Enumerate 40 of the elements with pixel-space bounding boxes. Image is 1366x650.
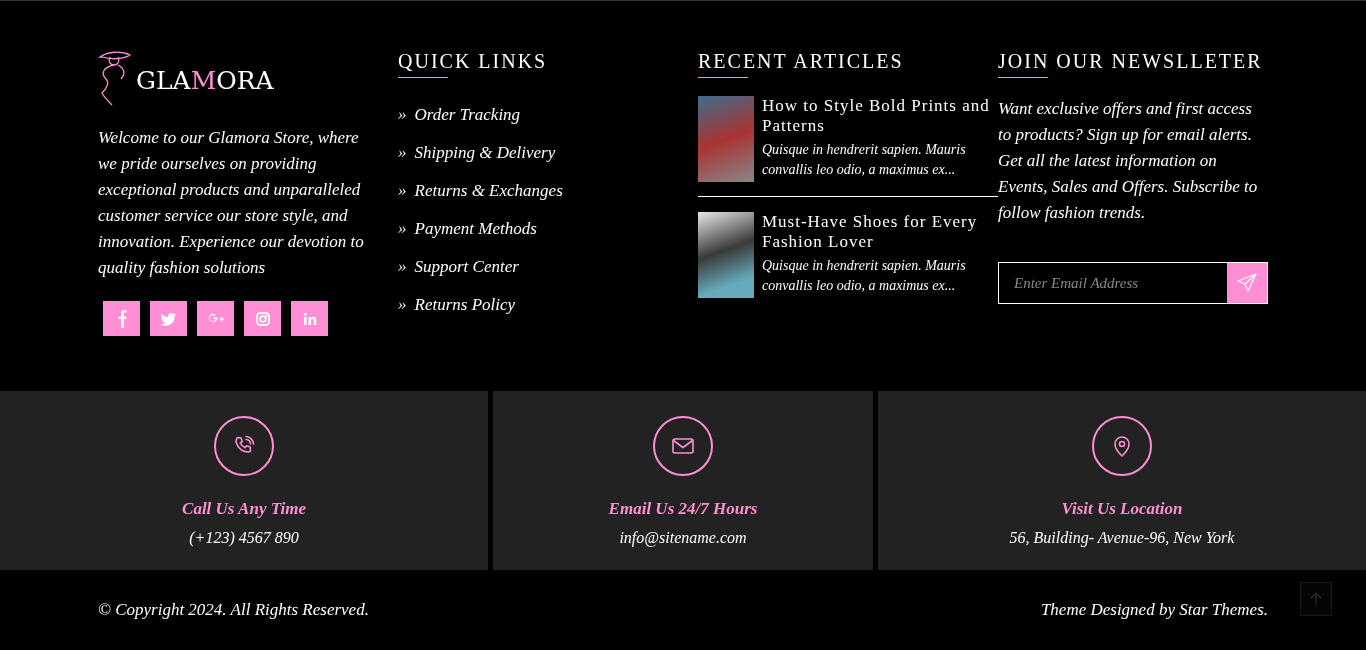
contact-title: Email Us 24/7 Hours bbox=[608, 498, 758, 520]
chevron-icon: » bbox=[398, 248, 407, 286]
article-excerpt: Quisque in hendrerit sapien. Mauris convallis leo odio, a maximus ex... bbox=[762, 141, 967, 179]
contact-detail: info@sitename.com bbox=[619, 527, 747, 549]
facebook-link[interactable] bbox=[103, 301, 140, 336]
google-plus-link[interactable] bbox=[197, 301, 234, 336]
quick-link[interactable]: » Returns & Exchanges bbox=[398, 172, 698, 210]
chevron-icon: » bbox=[398, 96, 407, 134]
contact-title: Visit Us Location bbox=[1061, 498, 1183, 520]
scroll-to-top-button[interactable] bbox=[1300, 582, 1332, 616]
linkedin-link[interactable] bbox=[291, 301, 328, 336]
section-heading: JOIN OUR NEWSLLETER bbox=[998, 49, 1264, 73]
up-arrow-icon bbox=[1310, 592, 1322, 606]
chevron-icon: » bbox=[398, 210, 407, 248]
woman-figure-logo-icon bbox=[98, 49, 132, 107]
envelope-icon bbox=[671, 436, 695, 456]
instagram-link[interactable] bbox=[244, 301, 281, 336]
section-heading: QUICK LINKS bbox=[398, 49, 549, 73]
quick-link[interactable]: » Order Tracking bbox=[398, 96, 698, 134]
section-heading: RECENT ARTICLES bbox=[698, 49, 905, 73]
twitter-link[interactable] bbox=[150, 301, 187, 336]
theme-credit: Theme Designed by Star Themes. bbox=[1040, 599, 1268, 622]
newsletter-text: Want exclusive offers and first access to products? Sign up for email alerts. Get all the latest information on Events, Sales and Offers. Subscribe to follow fashion trends. bbox=[998, 98, 1259, 224]
chevron-icon: » bbox=[398, 172, 407, 210]
quick-link[interactable]: » Support Center bbox=[398, 248, 698, 286]
article-title-link[interactable]: Must-Have Shoes for Every Fashion Lover bbox=[762, 212, 998, 252]
quick-link[interactable]: » Payment Methods bbox=[398, 210, 698, 248]
store-description: Welcome to our Glamora Store, where we pride ourselves on providing exceptional products and unparalleled customer service our store style, and innovation. Experience our devotion to quality fashion solutions bbox=[98, 127, 365, 279]
logo-text: GLAMORA bbox=[136, 64, 274, 97]
quick-link[interactable]: » Returns Policy bbox=[398, 286, 698, 324]
chevron-icon: » bbox=[398, 286, 407, 324]
article-excerpt: Quisque in hendrerit sapien. Mauris convallis leo odio, a maximus ex... bbox=[762, 257, 967, 295]
contact-detail: (+123) 4567 890 bbox=[189, 527, 299, 549]
map-pin-icon bbox=[1112, 434, 1132, 458]
contact-detail: 56, Building- Avenue-96, New York bbox=[1009, 527, 1235, 549]
contact-title: Call Us Any Time bbox=[182, 498, 306, 520]
copyright-text: © Copyright 2024. All Rights Reserved. bbox=[98, 599, 369, 622]
chevron-icon: » bbox=[398, 134, 407, 172]
quick-link[interactable]: » Shipping & Delivery bbox=[398, 134, 698, 172]
article-title-link[interactable]: How to Style Bold Prints and Patterns bbox=[762, 96, 998, 136]
